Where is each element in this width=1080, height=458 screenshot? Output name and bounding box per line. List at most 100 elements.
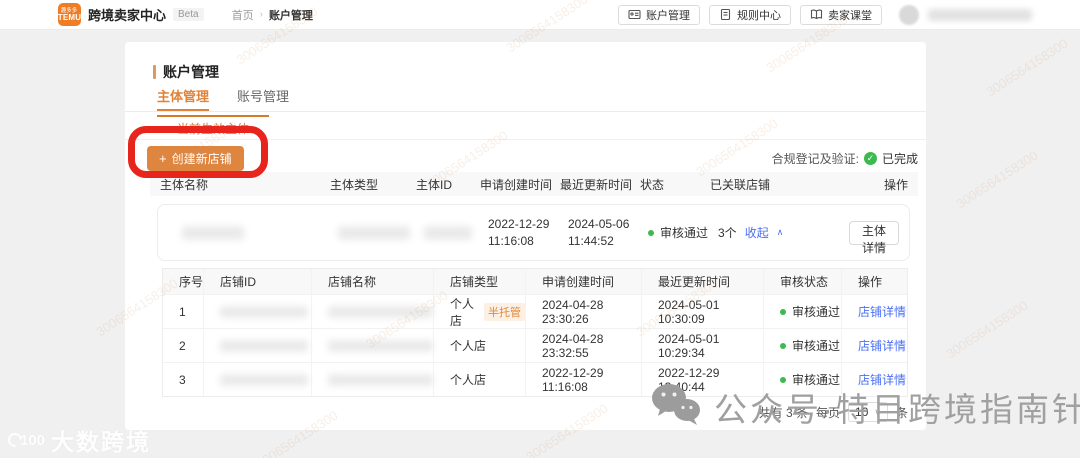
shop-updated: 2024-05-01 10:29:34: [641, 329, 763, 362]
created-date: 2022-12-29: [488, 217, 550, 232]
row-index: 2: [179, 338, 186, 353]
col-entity-type: 主体类型: [330, 177, 379, 192]
tab-entity-management[interactable]: 主体管理: [157, 86, 210, 111]
chevron-down-icon: ∨: [874, 406, 881, 417]
shop-name-cell: [311, 295, 433, 328]
compliance-label: 合规登记及验证:: [771, 151, 859, 166]
col-created: 申请创建时间: [480, 177, 553, 192]
col-shop-updated: 最近更新时间: [641, 269, 763, 294]
beta-badge: Beta: [173, 8, 204, 21]
compliance-status: 合规登记及验证: ✓ 已完成: [772, 150, 918, 167]
shop-status-cell: 审核通过: [763, 363, 841, 396]
col-shop-id: 店铺ID: [203, 269, 311, 294]
shop-status: 审核通过: [792, 305, 841, 319]
pagination: 共有 3 条 每页 10 ∨ 条: [759, 402, 908, 422]
subtab-current-entity[interactable]: 当前生效主体: [157, 115, 269, 140]
shop-status: 审核通过: [792, 339, 841, 353]
diagonal-watermark: 3006564158300: [983, 35, 1071, 100]
temu-logo[interactable]: 趣多多 TEMU: [58, 3, 81, 26]
nav-account-label: 账户管理: [646, 9, 690, 22]
title-accent-bar: [153, 65, 156, 79]
shop-name-redacted: [328, 373, 433, 386]
linked-count: 3个: [718, 226, 737, 240]
app-title: 跨境卖家中心: [88, 8, 167, 23]
shop-action-cell: 店铺详情: [841, 363, 907, 396]
entity-action-cell: 主体详情: [849, 220, 899, 255]
table-row: 2 个人店 2024-04-28 23:32:55 2024-05-01 10:…: [163, 328, 907, 362]
tab-account-management[interactable]: 账号管理: [237, 86, 289, 111]
row-index: 1: [179, 304, 186, 319]
status-dot-icon: [780, 376, 786, 383]
check-circle-icon: ✓: [863, 151, 877, 165]
entity-id-redacted: [424, 225, 472, 240]
entity-name-redacted: [182, 225, 244, 240]
user-avatar[interactable]: [899, 4, 919, 25]
chevron-up-icon: ∧: [776, 227, 784, 237]
col-audit-status: 审核状态: [763, 269, 841, 294]
semi-managed-badge: 半托管: [484, 302, 525, 321]
create-shop-button[interactable]: + 创建新店铺: [147, 145, 244, 171]
shop-type-cell: 个人店: [433, 329, 525, 362]
compliance-value: 已完成: [881, 151, 918, 166]
shop-type: 个人店: [450, 373, 487, 387]
breadcrumb-separator-icon: ›: [259, 9, 263, 20]
shop-created: 2022-12-29 11:16:08: [525, 363, 641, 396]
logo-ring-icon: [5, 430, 25, 450]
entity-status: 审核通过: [660, 226, 709, 240]
shop-updated: 2024-05-01 10:30:09: [641, 295, 763, 328]
updated-date: 2024-05-06: [568, 217, 630, 232]
shop-id-redacted: [220, 305, 308, 318]
shop-action-cell: 店铺详情: [841, 329, 907, 362]
nav-account-button[interactable]: 账户管理: [618, 4, 700, 25]
entity-detail-button[interactable]: 主体详情: [849, 220, 899, 255]
shop-id-cell: [203, 329, 311, 362]
shop-status: 审核通过: [792, 373, 841, 387]
top-bar: 趣多多 TEMU 跨境卖家中心 Beta 首页 › 账户管理 账户管理 规则中心…: [0, 0, 1080, 30]
shop-id-redacted: [220, 339, 308, 352]
breadcrumb-current: 账户管理: [268, 9, 313, 22]
book-icon: [810, 8, 823, 21]
page-size-value: 10: [855, 405, 869, 419]
collapse-link[interactable]: 收起: [745, 224, 769, 241]
nav-courses-button[interactable]: 卖家课堂: [800, 4, 882, 25]
user-name-redacted: [928, 8, 1032, 21]
col-shop-actions: 操作: [841, 269, 907, 294]
diagonal-watermark: 3006564158300: [943, 297, 1031, 362]
entity-name-cell: [168, 225, 338, 240]
col-shop-type: 店铺类型: [433, 269, 525, 294]
entity-id-cell: [424, 225, 488, 240]
shop-name-cell: [311, 329, 433, 362]
shop-status-cell: 审核通过: [763, 329, 841, 362]
shop-table-header: 序号 店铺ID 店铺名称 店铺类型 申请创建时间 最近更新时间 审核状态 操作: [163, 269, 907, 294]
breadcrumb-home[interactable]: 首页: [232, 7, 254, 23]
nav-rules-label: 规则中心: [737, 9, 781, 22]
plus-icon: +: [159, 150, 167, 166]
create-shop-label: 创建新店铺: [171, 151, 232, 166]
status-dot-icon: [780, 308, 786, 315]
col-entity-name: 主体名称: [160, 177, 209, 192]
shop-type-cell: 个人店 半托管: [433, 295, 525, 328]
nav-rules-button[interactable]: 规则中心: [709, 4, 791, 25]
document-icon: [719, 8, 732, 21]
tab-bar: 主体管理 账号管理: [125, 86, 926, 112]
shop-created: 2024-04-28 23:32:55: [525, 329, 641, 362]
shop-detail-link[interactable]: 店铺详情: [858, 337, 906, 354]
shop-type-cell: 个人店: [433, 363, 525, 396]
entity-type-cell: [338, 225, 424, 240]
id-card-icon: [628, 8, 641, 21]
diagonal-watermark: 3006564158300: [953, 147, 1041, 212]
page-title-row: 账户管理: [153, 62, 219, 82]
shop-detail-link[interactable]: 店铺详情: [858, 303, 906, 320]
page-size-select[interactable]: 10 ∨: [848, 402, 888, 422]
shop-name-cell: [311, 363, 433, 396]
nav-courses-label: 卖家课堂: [828, 9, 872, 22]
shop-id-redacted: [220, 373, 308, 386]
pagination-total: 共有 3 条: [758, 405, 809, 420]
entity-linked-cell: 3个 收起 ∧: [718, 224, 849, 241]
col-updated: 最近更新时间: [560, 177, 633, 192]
shop-type: 个人店: [450, 339, 487, 353]
entity-updated-cell: 2024-05-06 11:44:52: [568, 216, 648, 248]
pagination-unit: 条: [895, 405, 908, 420]
shop-detail-link[interactable]: 店铺详情: [858, 371, 906, 388]
entity-row: 2022-12-29 11:16:08 2024-05-06 11:44:52 …: [157, 204, 910, 261]
